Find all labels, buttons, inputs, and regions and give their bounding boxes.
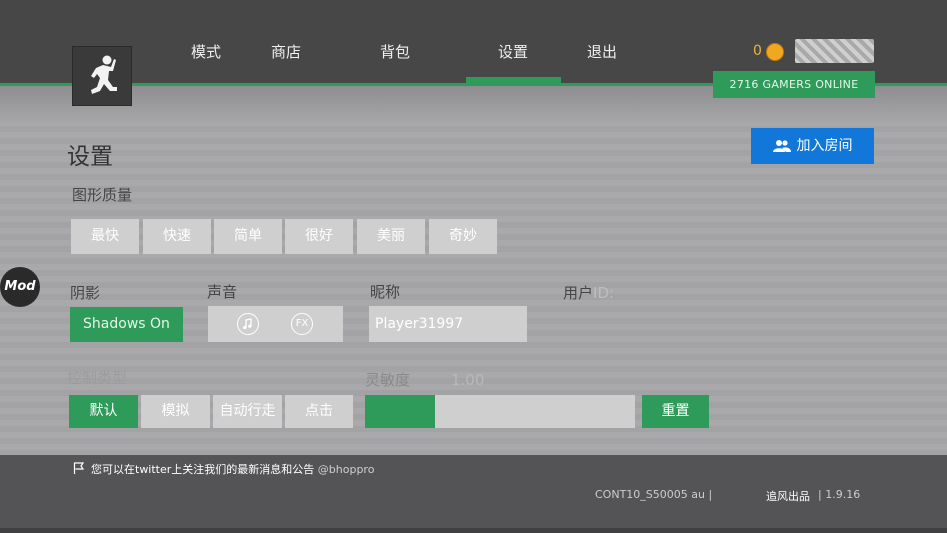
- server-info: CONT10_S50005 au |: [595, 488, 713, 501]
- twitter-notice-text: 您可以在twitter上关注我们的最新消息和公告: [91, 463, 315, 476]
- footer-bottom-strip: [0, 528, 947, 533]
- user-id-label-text: 用户: [563, 284, 594, 302]
- sensitivity-slider-fill: [365, 395, 436, 428]
- control-option-auto-walk[interactable]: 自动行走: [213, 395, 282, 428]
- page-title: 设置: [67, 144, 113, 170]
- credit-text: 追风出品: [766, 490, 810, 503]
- player-avatar[interactable]: [795, 39, 874, 63]
- control-type-label: 控制类型: [67, 369, 128, 387]
- server-name: CONT10_S50005 au: [595, 488, 705, 501]
- music-note-icon[interactable]: [237, 313, 259, 335]
- version-info: | 1.9.16: [818, 488, 861, 501]
- shadows-toggle[interactable]: Shadows On: [70, 307, 183, 342]
- control-option-click[interactable]: 点击: [285, 395, 353, 428]
- fx-icon[interactable]: FX: [291, 313, 313, 335]
- coin-count: 0: [753, 43, 762, 59]
- users-icon: [772, 140, 791, 152]
- version-number: 1.9.16: [825, 488, 861, 501]
- nav-inventory[interactable]: 背包: [380, 42, 410, 62]
- nav-shop[interactable]: 商店: [271, 42, 301, 62]
- reset-button[interactable]: 重置: [642, 395, 709, 428]
- user-id-label: 用户ID:: [563, 282, 614, 303]
- nav-exit[interactable]: 退出: [587, 42, 617, 62]
- sensitivity-value: 1.00: [451, 371, 485, 389]
- graphics-option-beautiful[interactable]: 美丽: [357, 219, 425, 254]
- nav-mode[interactable]: 模式: [191, 42, 221, 62]
- shadow-label: 阴影: [70, 284, 101, 302]
- control-option-analog[interactable]: 模拟: [141, 395, 210, 428]
- twitter-handle[interactable]: @bhoppro: [318, 463, 375, 476]
- flag-icon: [73, 462, 85, 474]
- nickname-input[interactable]: [369, 306, 527, 342]
- gamers-online-badge: 2716 GAMERS ONLINE: [713, 71, 875, 98]
- graphics-option-fast[interactable]: 快速: [143, 219, 211, 254]
- twitter-notice: 您可以在twitter上关注我们的最新消息和公告 @bhoppro: [73, 461, 374, 477]
- graphics-option-simple[interactable]: 简单: [214, 219, 282, 254]
- graphics-quality-label: 图形质量: [72, 186, 133, 204]
- nav-active-indicator: [466, 77, 561, 83]
- nickname-label: 昵称: [370, 283, 401, 301]
- sound-controls: FX: [208, 306, 343, 342]
- graphics-option-fastest[interactable]: 最快: [71, 219, 139, 254]
- join-room-label: 加入房间: [796, 138, 853, 154]
- nav-settings[interactable]: 设置: [498, 42, 528, 62]
- join-room-button[interactable]: 加入房间: [751, 128, 874, 164]
- graphics-option-good[interactable]: 很好: [285, 219, 353, 254]
- game-logo: [72, 46, 132, 106]
- control-option-default[interactable]: 默认: [69, 395, 138, 428]
- coin-icon: [766, 43, 784, 61]
- sensitivity-slider[interactable]: [365, 395, 635, 428]
- mod-badge[interactable]: Mod: [0, 267, 40, 307]
- graphics-option-fantastic[interactable]: 奇妙: [429, 219, 497, 254]
- user-id-suffix: ID:: [593, 284, 615, 302]
- sensitivity-label: 灵敏度: [365, 371, 411, 389]
- jumping-player-icon: [91, 55, 117, 94]
- sound-label: 声音: [207, 283, 238, 301]
